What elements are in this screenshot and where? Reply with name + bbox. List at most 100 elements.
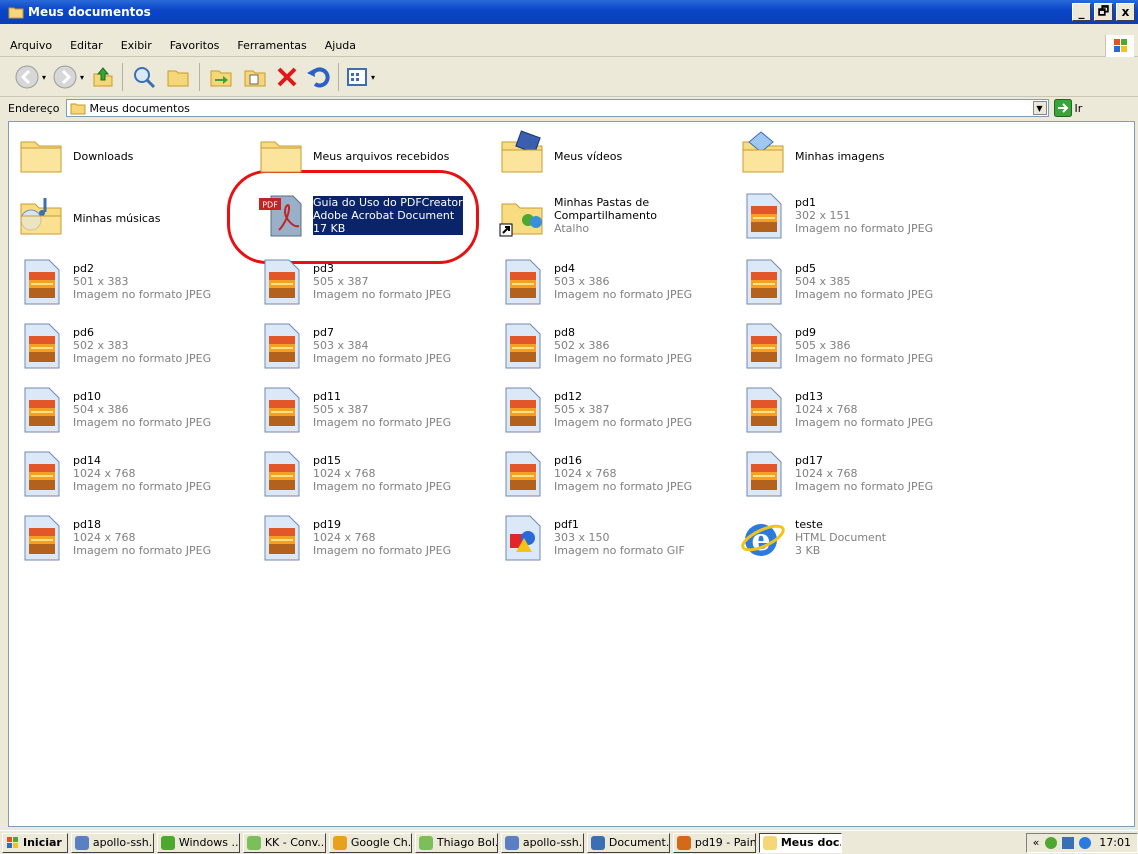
- file-name: pd18: [73, 518, 101, 531]
- file-item[interactable]: pd16 1024 x 768 Imagem no formato JPEG: [490, 442, 720, 500]
- file-item[interactable]: PDF Guia do Uso do PDFCreator Adobe Acroba…: [249, 184, 479, 242]
- music-folder-icon: [17, 192, 65, 240]
- jpeg-image-icon: [17, 386, 65, 434]
- taskbar-button[interactable]: pd19 - Paint: [672, 832, 756, 853]
- file-detail: Imagem no formato JPEG: [554, 352, 693, 365]
- file-info: Minhas Pastas de Compartilhamento Atalho: [554, 196, 657, 235]
- go-button[interactable]: Ir: [1053, 99, 1083, 117]
- file-item[interactable]: Minhas músicas: [9, 184, 239, 242]
- file-info: pd19 1024 x 768 Imagem no formato JPEG: [313, 518, 451, 557]
- messenger-tray-icon[interactable]: [1062, 836, 1075, 849]
- views-dropdown-icon[interactable]: ▾: [371, 73, 375, 82]
- file-info: pd8 502 x 386 Imagem no formato JPEG: [554, 326, 692, 365]
- update-icon[interactable]: [1079, 836, 1092, 849]
- tray-expand-button[interactable]: «: [1033, 836, 1040, 849]
- up-folder-button[interactable]: [88, 62, 118, 92]
- title-bar[interactable]: Meus documentos _ 🗗 x: [0, 0, 1138, 24]
- go-label: Ir: [1074, 101, 1083, 115]
- video-folder-icon: [498, 130, 546, 178]
- taskbar-button[interactable]: Document...: [586, 832, 670, 853]
- undo-button[interactable]: [302, 62, 334, 92]
- file-item[interactable]: Minhas Pastas de Compartilhamento Atalho: [490, 184, 720, 242]
- forward-button[interactable]: [50, 62, 80, 92]
- file-item[interactable]: e teste HTML Document 3 KB: [731, 506, 961, 564]
- jpeg-image-icon: [739, 192, 787, 240]
- folder-icon: [70, 103, 85, 115]
- menu-ajuda[interactable]: Ajuda: [316, 39, 365, 52]
- network-icon[interactable]: [1045, 836, 1058, 849]
- file-item[interactable]: pd3 505 x 387 Imagem no formato JPEG: [249, 250, 479, 308]
- gif-image-icon: [498, 514, 546, 562]
- forward-dropdown-icon[interactable]: ▾: [80, 73, 84, 82]
- back-dropdown-icon[interactable]: ▾: [42, 73, 46, 82]
- file-item[interactable]: pd6 502 x 383 Imagem no formato JPEG: [9, 314, 239, 372]
- windows-logo-icon: [1105, 35, 1134, 57]
- file-info: pd18 1024 x 768 Imagem no formato JPEG: [73, 518, 211, 557]
- taskbar-button[interactable]: Thiago Bol...: [414, 832, 498, 853]
- file-name: pd19: [313, 518, 341, 531]
- file-item[interactable]: pd12 505 x 387 Imagem no formato JPEG: [490, 378, 720, 436]
- start-button[interactable]: Iniciar: [2, 832, 68, 853]
- search-button[interactable]: [127, 62, 161, 92]
- file-detail: 504 x 385: [795, 275, 851, 288]
- file-item[interactable]: pd14 1024 x 768 Imagem no formato JPEG: [9, 442, 239, 500]
- file-item[interactable]: pd13 1024 x 768 Imagem no formato JPEG: [731, 378, 961, 436]
- file-item[interactable]: pd19 1024 x 768 Imagem no formato JPEG: [249, 506, 479, 564]
- taskbar-button[interactable]: apollo-ssh...: [500, 832, 584, 853]
- menu-arquivo[interactable]: Arquivo: [0, 39, 61, 52]
- menu-editar[interactable]: Editar: [61, 39, 112, 52]
- file-item[interactable]: Meus vídeos: [490, 122, 720, 180]
- file-item[interactable]: pd4 503 x 386 Imagem no formato JPEG: [490, 250, 720, 308]
- views-button[interactable]: [343, 62, 371, 92]
- file-item[interactable]: pd10 504 x 386 Imagem no formato JPEG: [9, 378, 239, 436]
- toolbar-separator: [338, 63, 340, 91]
- clock[interactable]: 17:01: [1099, 836, 1131, 849]
- file-item[interactable]: pdf1 303 x 150 Imagem no formato GIF: [490, 506, 720, 564]
- move-to-button[interactable]: [204, 62, 238, 92]
- file-item[interactable]: pd15 1024 x 768 Imagem no formato JPEG: [249, 442, 479, 500]
- close-button[interactable]: x: [1116, 3, 1135, 21]
- file-detail: Imagem no formato JPEG: [795, 416, 934, 429]
- copy-to-button[interactable]: [238, 62, 272, 92]
- file-item[interactable]: pd1 302 x 151 Imagem no formato JPEG: [731, 184, 961, 242]
- address-dropdown-icon[interactable]: ▼: [1032, 101, 1047, 115]
- file-item[interactable]: pd17 1024 x 768 Imagem no formato JPEG: [731, 442, 961, 500]
- taskbar-button[interactable]: Windows ...: [156, 832, 240, 853]
- taskbar-button[interactable]: apollo-ssh...: [70, 832, 154, 853]
- file-item[interactable]: pd11 505 x 387 Imagem no formato JPEG: [249, 378, 479, 436]
- file-item[interactable]: pd7 503 x 384 Imagem no formato JPEG: [249, 314, 479, 372]
- file-item[interactable]: pd8 502 x 386 Imagem no formato JPEG: [490, 314, 720, 372]
- taskbar-button-label: Windows ...: [178, 836, 239, 849]
- taskbar-button[interactable]: Meus doc...: [758, 832, 842, 853]
- start-label: Iniciar: [23, 836, 62, 849]
- file-info: pd2 501 x 383 Imagem no formato JPEG: [73, 262, 211, 301]
- taskbar-button[interactable]: Google Ch...: [328, 832, 412, 853]
- copy-to-icon: [244, 70, 266, 87]
- file-detail: 3 KB: [795, 544, 821, 557]
- file-item[interactable]: pd5 504 x 385 Imagem no formato JPEG: [731, 250, 961, 308]
- jpeg-image-icon: [498, 258, 546, 306]
- file-item[interactable]: pd9 505 x 386 Imagem no formato JPEG: [731, 314, 961, 372]
- file-item[interactable]: Minhas imagens: [731, 122, 961, 180]
- file-detail: Imagem no formato JPEG: [554, 416, 693, 429]
- taskbar-button[interactable]: KK - Conv...: [242, 832, 326, 853]
- folder-icon: [762, 835, 777, 850]
- address-input[interactable]: Meus documentos ▼: [65, 99, 1049, 117]
- minimize-button[interactable]: _: [1072, 3, 1091, 21]
- menu-favoritos[interactable]: Favoritos: [161, 39, 229, 52]
- menu-ferramentas[interactable]: Ferramentas: [228, 39, 315, 52]
- file-list[interactable]: Downloads Meus arquivos recebidos Meus víd…: [8, 121, 1135, 827]
- file-name: pd15: [313, 454, 341, 467]
- file-item[interactable]: pd18 1024 x 768 Imagem no formato JPEG: [9, 506, 239, 564]
- file-item[interactable]: pd2 501 x 383 Imagem no formato JPEG: [9, 250, 239, 308]
- menu-exibir[interactable]: Exibir: [112, 39, 161, 52]
- back-button[interactable]: [12, 62, 42, 92]
- file-item[interactable]: Meus arquivos recebidos: [249, 122, 479, 180]
- file-info: pd4 503 x 386 Imagem no formato JPEG: [554, 262, 692, 301]
- file-item[interactable]: Downloads: [9, 122, 239, 180]
- folders-button[interactable]: [161, 62, 195, 92]
- maximize-button[interactable]: 🗗: [1094, 3, 1113, 21]
- file-detail: 502 x 386: [554, 339, 610, 352]
- file-detail: Imagem no formato JPEG: [554, 480, 693, 493]
- delete-button[interactable]: [272, 62, 302, 92]
